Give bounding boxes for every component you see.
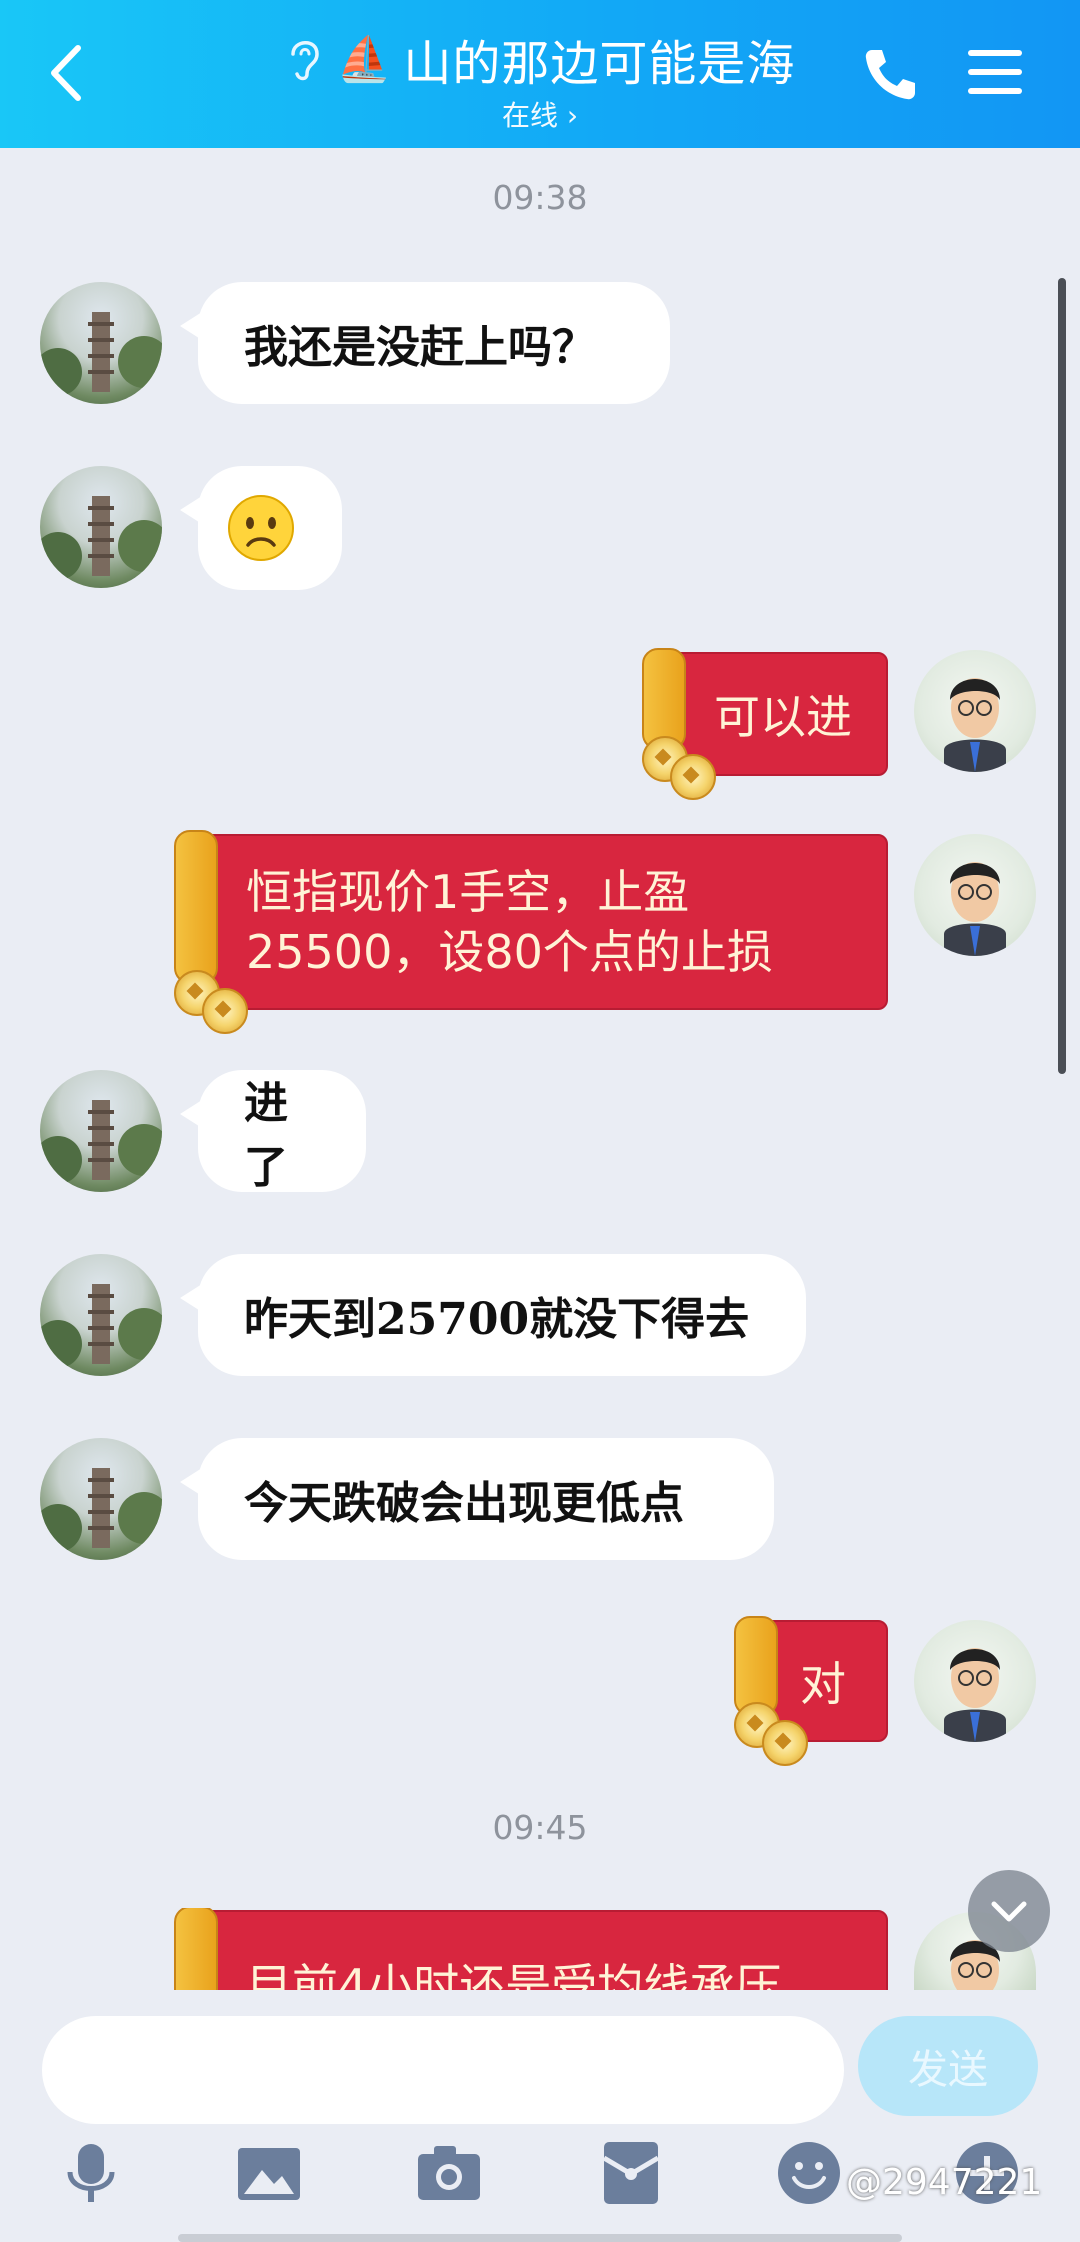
- contact-avatar[interactable]: [40, 1438, 162, 1560]
- home-indicator: [178, 2234, 902, 2242]
- pagoda-image: [40, 1100, 162, 1184]
- message-text: 昨天到25700就没下得去: [244, 1294, 750, 1345]
- cartoon-man-image: [944, 862, 1006, 956]
- cartoon-man-image: [944, 1648, 1006, 1742]
- scroll-decoration: [734, 1616, 778, 1716]
- chat-header: ⛵ 山的那边可能是海 在线 ›: [0, 0, 1080, 148]
- message-text: 今天跌破会出现更低点: [244, 1478, 684, 1529]
- camera-icon[interactable]: [414, 2138, 484, 2208]
- image-icon[interactable]: [234, 2138, 304, 2208]
- pagoda-image: [40, 496, 162, 580]
- my-message-bubble[interactable]: 恒指现价1手空，止盈 25500，设80个点的止损: [174, 830, 888, 1034]
- message-bubble[interactable]: [180, 466, 342, 590]
- cartoon-man-image: [944, 678, 1006, 772]
- timestamp: 09:45: [492, 1808, 588, 1847]
- my-message-bubble[interactable]: 可以进: [642, 648, 888, 800]
- emoji-icon[interactable]: [774, 2138, 844, 2208]
- message-bubble[interactable]: 昨天到25700就没下得去: [180, 1254, 806, 1376]
- message-bubble[interactable]: 我还是没赶上吗？: [180, 282, 670, 404]
- my-message-bubble[interactable]: 对: [734, 1616, 888, 1766]
- phone-icon[interactable]: [858, 42, 922, 106]
- contact-avatar[interactable]: [40, 1070, 162, 1192]
- my-avatar[interactable]: [914, 650, 1036, 772]
- contact-name: 山的那边可能是海: [403, 36, 796, 92]
- red-packet-icon[interactable]: [596, 2138, 666, 2208]
- my-avatar[interactable]: [914, 834, 1036, 956]
- pagoda-image: [40, 312, 162, 396]
- message-text: 进了: [244, 1078, 288, 1193]
- watermark: @2947221: [846, 2162, 1043, 2203]
- my-message-bubble[interactable]: 目前4小时还是受均线承压: [174, 1908, 888, 1990]
- coin-decoration: [762, 1720, 808, 1766]
- scrollbar[interactable]: [1058, 278, 1066, 1074]
- coin-decoration: [202, 988, 248, 1034]
- message-bubble[interactable]: 进了: [180, 1070, 366, 1193]
- scroll-to-bottom-button[interactable]: [968, 1870, 1050, 1952]
- scroll-decoration: [174, 1908, 218, 1990]
- send-button[interactable]: 发送: [858, 2016, 1038, 2116]
- message-text-line: 25500，设80个点的止损: [246, 925, 773, 979]
- chevron-down-icon: [991, 1901, 1027, 1922]
- menu-icon[interactable]: [966, 46, 1024, 98]
- coin-decoration: [670, 754, 716, 800]
- message-text: 我还是没赶上吗？: [244, 322, 596, 373]
- input-area: 发送: [0, 1990, 1080, 2242]
- timestamp: 09:38: [492, 178, 588, 217]
- my-avatar[interactable]: [914, 1620, 1036, 1742]
- microphone-icon[interactable]: [56, 2138, 126, 2208]
- message-text: 对: [800, 1657, 846, 1711]
- frown-emoji-icon: [228, 495, 294, 561]
- pagoda-image: [40, 1284, 162, 1368]
- contact-avatar[interactable]: [40, 466, 162, 588]
- message-text: 可以进: [714, 690, 852, 744]
- scroll-decoration: [642, 648, 686, 750]
- message-text: 目前4小时还是受均线承压: [246, 1959, 782, 1990]
- ear-icon: [290, 41, 319, 81]
- contact-avatar[interactable]: [40, 1254, 162, 1376]
- message-text-line: 恒指现价1手空，止盈: [246, 865, 690, 919]
- clipped-message-area: 目前4小时还是受均线承压: [0, 1908, 1080, 1990]
- message-input[interactable]: [42, 2016, 844, 2124]
- message-bubble[interactable]: 今天跌破会出现更低点: [180, 1438, 774, 1560]
- contact-avatar[interactable]: [40, 282, 162, 404]
- scroll-decoration: [174, 830, 218, 984]
- pagoda-image: [40, 1468, 162, 1552]
- boat-emoji: ⛵: [336, 34, 392, 85]
